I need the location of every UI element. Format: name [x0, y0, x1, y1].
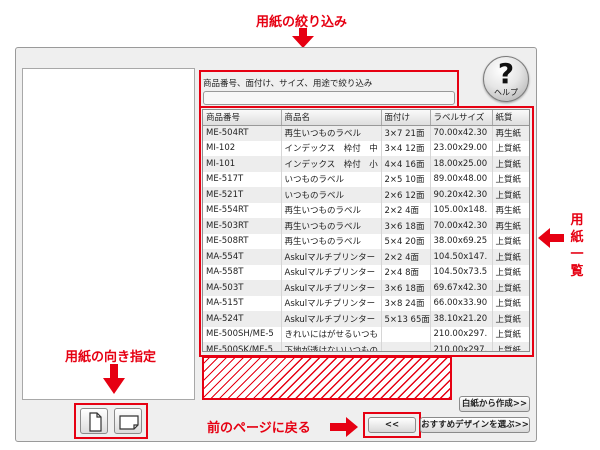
annotation-list-char: 覧: [570, 264, 584, 279]
landscape-orientation-button[interactable]: [114, 408, 142, 434]
annotation-arrow-down-icon: [103, 364, 125, 394]
page-portrait-icon: [89, 412, 102, 432]
help-button[interactable]: ? ヘルプ: [483, 56, 529, 102]
annotation-orientation-label: 用紙の向き指定: [65, 350, 157, 365]
help-label: ヘルプ: [494, 88, 518, 97]
annotation-arrow-right-icon: [330, 417, 358, 437]
question-mark-icon: ?: [497, 57, 515, 90]
page-landscape-icon: [119, 415, 139, 430]
create-from-blank-button[interactable]: 白紙から作成>>: [459, 396, 530, 412]
choose-recommended-design-button[interactable]: おすすめデザインを選ぶ>>: [420, 417, 530, 433]
annotation-arrow-down-icon: [292, 28, 314, 48]
annotation-arrow-left-icon: [538, 228, 564, 248]
filter-input[interactable]: [203, 91, 455, 105]
annotation-back-label: 前のページに戻る: [207, 421, 311, 436]
filter-label: 商品番号、面付け、サイズ、用途で絞り込み: [203, 79, 373, 89]
annotation-list-char: 用: [570, 213, 584, 228]
annotation-list-char: 一: [570, 247, 584, 262]
hatched-area: [202, 356, 452, 400]
portrait-orientation-button[interactable]: [80, 408, 108, 434]
annotation-list-char: 紙: [570, 230, 584, 245]
back-button[interactable]: <<: [368, 417, 416, 433]
annotation-list-box: [199, 106, 534, 357]
annotation-list-label: 用 紙 一 覧: [569, 212, 585, 280]
